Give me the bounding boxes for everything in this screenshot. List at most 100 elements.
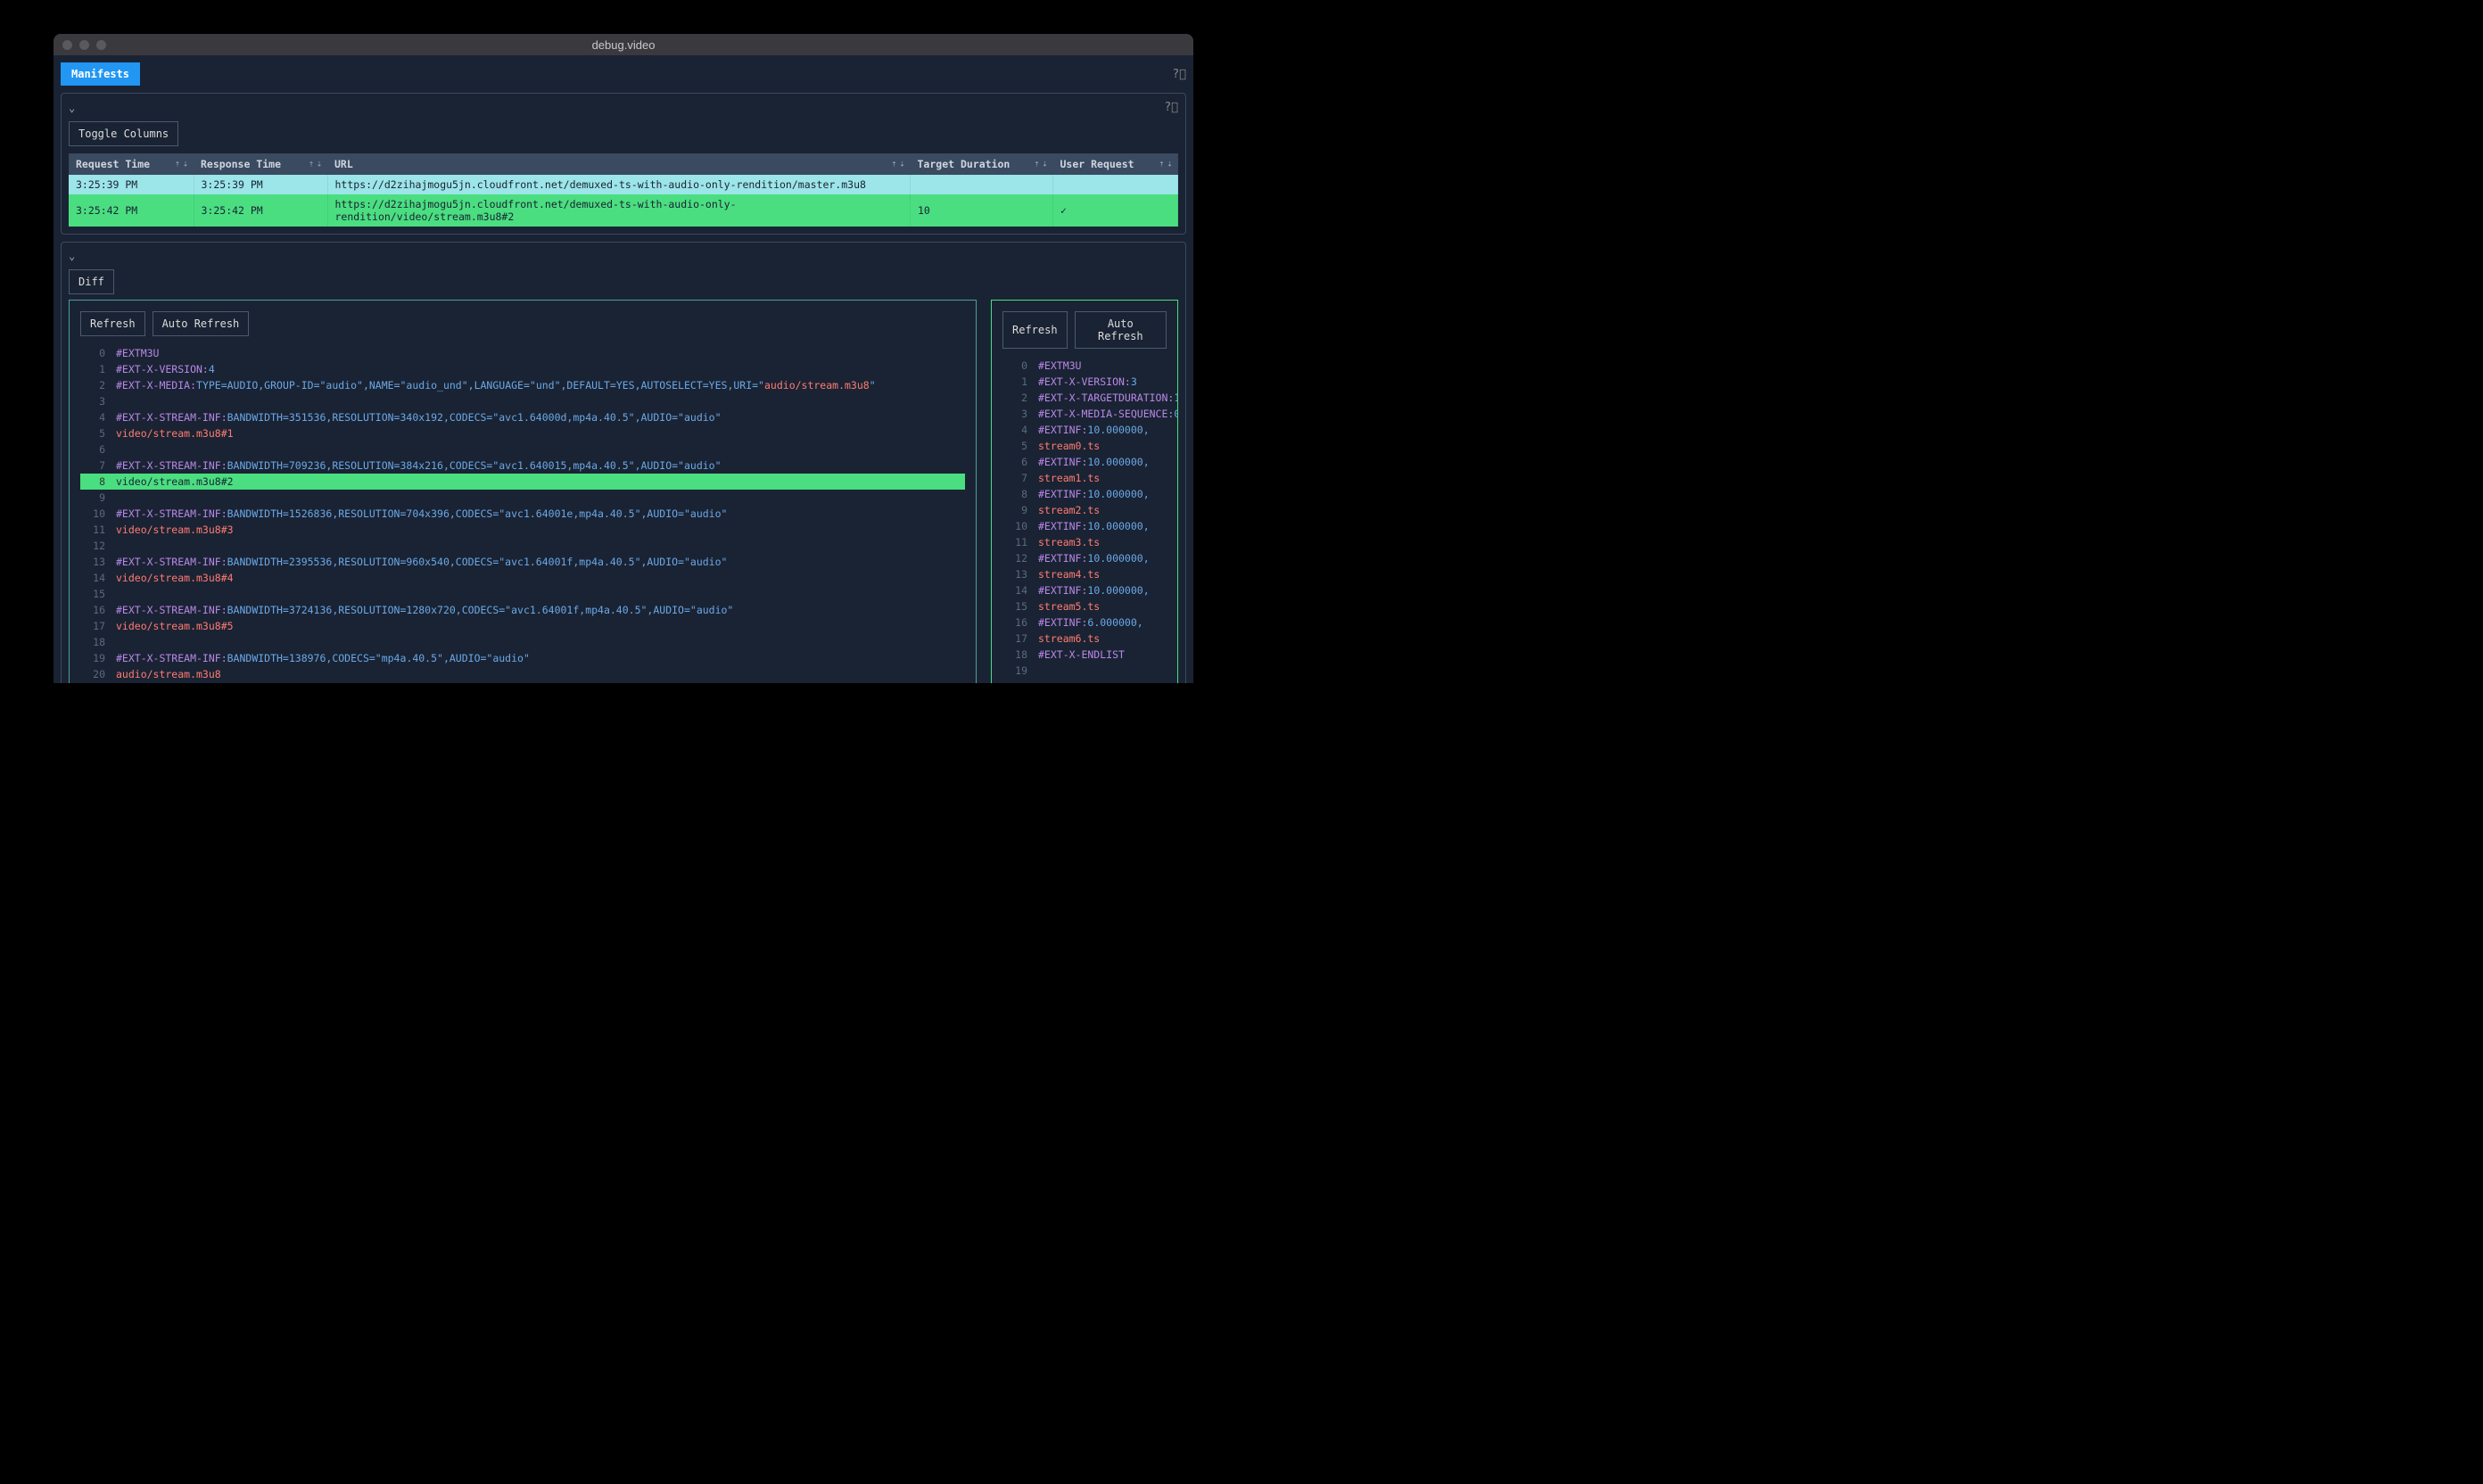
sort-asc-icon[interactable]: ⇡ (309, 160, 314, 169)
sort-desc-icon[interactable]: ⇣ (1167, 160, 1172, 169)
chevron-down-icon[interactable]: ⌄ (69, 102, 75, 114)
chevron-down-icon[interactable]: ⌄ (69, 250, 75, 262)
line-content: #EXTINF:10.000000, (1038, 582, 1150, 598)
line-number: 5 (1002, 438, 1038, 454)
code-line[interactable]: 16#EXT-X-STREAM-INF:BANDWIDTH=3724136,RE… (80, 602, 965, 618)
code-line[interactable]: 14#EXTINF:10.000000, (1002, 582, 1167, 598)
cell-req: 3:25:39 PM (69, 175, 194, 194)
code-line[interactable]: 4#EXTINF:10.000000, (1002, 422, 1167, 438)
code-line[interactable]: 3 (80, 393, 965, 409)
line-number: 0 (80, 345, 116, 361)
refresh-button[interactable]: Refresh (1002, 311, 1068, 349)
cell-resp: 3:25:39 PM (194, 175, 327, 194)
diff-button[interactable]: Diff (69, 269, 114, 294)
code-line[interactable]: 12 (80, 538, 965, 554)
line-number: 15 (1002, 598, 1038, 614)
code-line[interactable]: 19 (1002, 663, 1167, 679)
line-content: stream3.ts (1038, 534, 1100, 550)
help-icon[interactable]: ?⃝ (1164, 101, 1178, 114)
auto-refresh-button[interactable]: Auto Refresh (153, 311, 250, 336)
code-line[interactable]: 1#EXT-X-VERSION:4 (80, 361, 965, 377)
code-line[interactable]: 8video/stream.m3u8#2 (80, 474, 965, 490)
code-line[interactable]: 15 (80, 586, 965, 602)
sort-desc-icon[interactable]: ⇣ (317, 160, 322, 169)
code-line[interactable]: 18#EXT-X-ENDLIST (1002, 647, 1167, 663)
cell-url: https://d2zihajmogu5jn.cloudfront.net/de… (327, 175, 911, 194)
table-row[interactable]: 3:25:39 PM3:25:39 PMhttps://d2zihajmogu5… (69, 175, 1178, 194)
line-number: 14 (80, 570, 116, 586)
code-line[interactable]: 17video/stream.m3u8#5 (80, 618, 965, 634)
code-line[interactable]: 13#EXT-X-STREAM-INF:BANDWIDTH=2395536,RE… (80, 554, 965, 570)
column-header[interactable]: URL⇡⇣ (327, 153, 911, 175)
code-line[interactable]: 17stream6.ts (1002, 631, 1167, 647)
code-line[interactable]: 20audio/stream.m3u8 (80, 666, 965, 682)
refresh-button[interactable]: Refresh (80, 311, 145, 336)
line-number: 2 (1002, 390, 1038, 406)
column-header[interactable]: Request Time⇡⇣ (69, 153, 194, 175)
code-line[interactable]: 6#EXTINF:10.000000, (1002, 454, 1167, 470)
code-line[interactable]: 4#EXT-X-STREAM-INF:BANDWIDTH=351536,RESO… (80, 409, 965, 425)
line-content: video/stream.m3u8#1 (116, 425, 234, 441)
column-header[interactable]: Target Duration⇡⇣ (911, 153, 1053, 175)
tab-manifests[interactable]: Manifests (61, 62, 140, 86)
line-content: #EXTINF:10.000000, (1038, 454, 1150, 470)
sort-asc-icon[interactable]: ⇡ (1159, 160, 1164, 169)
code-line[interactable]: 0#EXTM3U (1002, 358, 1167, 374)
code-line[interactable]: 16#EXTINF:6.000000, (1002, 614, 1167, 631)
line-content: #EXTINF:6.000000, (1038, 614, 1143, 631)
line-number: 1 (1002, 374, 1038, 390)
line-content: #EXTM3U (116, 345, 159, 361)
titlebar: debug.video (54, 34, 1193, 55)
code-line[interactable]: 3#EXT-X-MEDIA-SEQUENCE:0 (1002, 406, 1167, 422)
line-content: #EXT-X-STREAM-INF:BANDWIDTH=351536,RESOL… (116, 409, 722, 425)
code-line[interactable]: 10#EXT-X-STREAM-INF:BANDWIDTH=1526836,RE… (80, 506, 965, 522)
code-listing-right: 0#EXTM3U1#EXT-X-VERSION:32#EXT-X-TARGETD… (1002, 358, 1167, 679)
line-number: 19 (80, 650, 116, 666)
sort-asc-icon[interactable]: ⇡ (891, 160, 896, 169)
code-line[interactable]: 1#EXT-X-VERSION:3 (1002, 374, 1167, 390)
code-line[interactable]: 2#EXT-X-MEDIA:TYPE=AUDIO,GROUP-ID="audio… (80, 377, 965, 393)
code-line[interactable]: 11video/stream.m3u8#3 (80, 522, 965, 538)
line-number: 10 (80, 506, 116, 522)
line-number: 13 (1002, 566, 1038, 582)
code-line[interactable]: 9stream2.ts (1002, 502, 1167, 518)
code-line[interactable]: 15stream5.ts (1002, 598, 1167, 614)
code-line[interactable]: 8#EXTINF:10.000000, (1002, 486, 1167, 502)
toggle-columns-button[interactable]: Toggle Columns (69, 121, 178, 146)
sort-asc-icon[interactable]: ⇡ (175, 160, 180, 169)
cell-tgt: 10 (911, 194, 1053, 227)
code-line[interactable]: 10#EXTINF:10.000000, (1002, 518, 1167, 534)
sort-desc-icon[interactable]: ⇣ (899, 160, 904, 169)
code-line[interactable]: 5stream0.ts (1002, 438, 1167, 454)
line-content: stream0.ts (1038, 438, 1100, 454)
code-line[interactable]: 2#EXT-X-TARGETDURATION:10 (1002, 390, 1167, 406)
line-number: 8 (80, 474, 116, 490)
code-line[interactable]: 6 (80, 441, 965, 458)
auto-refresh-button[interactable]: Auto Refresh (1075, 311, 1167, 349)
table-row[interactable]: 3:25:42 PM3:25:42 PMhttps://d2zihajmogu5… (69, 194, 1178, 227)
code-line[interactable]: 7stream1.ts (1002, 470, 1167, 486)
code-line[interactable]: 0#EXTM3U (80, 345, 965, 361)
code-line[interactable]: 12#EXTINF:10.000000, (1002, 550, 1167, 566)
sort-desc-icon[interactable]: ⇣ (183, 160, 188, 169)
line-content: #EXT-X-STREAM-INF:BANDWIDTH=2395536,RESO… (116, 554, 727, 570)
line-content: #EXT-X-MEDIA:TYPE=AUDIO,GROUP-ID="audio"… (116, 377, 876, 393)
line-content: #EXTINF:10.000000, (1038, 422, 1150, 438)
code-line[interactable]: 13stream4.ts (1002, 566, 1167, 582)
cell-req: 3:25:42 PM (69, 194, 194, 227)
help-icon[interactable]: ?⃝ (1172, 68, 1186, 81)
column-header[interactable]: User Request⇡⇣ (1053, 153, 1178, 175)
column-header[interactable]: Response Time⇡⇣ (194, 153, 327, 175)
line-content: #EXTINF:10.000000, (1038, 518, 1150, 534)
code-line[interactable]: 18 (80, 634, 965, 650)
code-line[interactable]: 19#EXT-X-STREAM-INF:BANDWIDTH=138976,COD… (80, 650, 965, 666)
line-number: 1 (80, 361, 116, 377)
sort-desc-icon[interactable]: ⇣ (1042, 160, 1047, 169)
cell-tgt (911, 175, 1053, 194)
code-line[interactable]: 11stream3.ts (1002, 534, 1167, 550)
sort-asc-icon[interactable]: ⇡ (1034, 160, 1039, 169)
code-line[interactable]: 9 (80, 490, 965, 506)
code-line[interactable]: 14video/stream.m3u8#4 (80, 570, 965, 586)
code-line[interactable]: 7#EXT-X-STREAM-INF:BANDWIDTH=709236,RESO… (80, 458, 965, 474)
code-line[interactable]: 5video/stream.m3u8#1 (80, 425, 965, 441)
